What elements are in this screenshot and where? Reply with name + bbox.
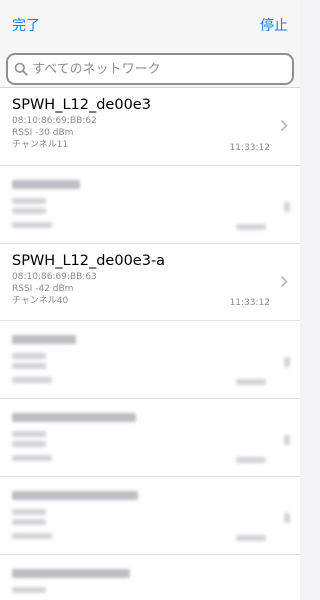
network-rssi: RSSI -30 dBm: [12, 128, 74, 138]
network-ssid: SPWH_L12_de00e3: [12, 97, 151, 113]
redacted-network-row[interactable]: [0, 321, 300, 399]
navigation-bar: 完了 停止: [0, 0, 300, 50]
network-row[interactable]: SPWH_L12_de00e3-a 08:10:86:69:BB:63 RSSI…: [0, 244, 300, 321]
search-icon: [14, 62, 28, 76]
done-button[interactable]: 完了: [12, 15, 40, 35]
network-bssid: 08:10:86:69:BB:62: [12, 116, 97, 126]
network-timestamp: 11:33:12: [229, 298, 270, 308]
network-timestamp: 11:33:12: [229, 143, 270, 153]
chevron-right-icon: [280, 119, 288, 132]
network-ssid: SPWH_L12_de00e3-a: [12, 253, 166, 269]
network-rssi: RSSI -42 dBm: [12, 284, 74, 294]
redacted-network-row[interactable]: [0, 399, 300, 477]
chevron-right-icon: [280, 275, 288, 288]
search-input[interactable]: [32, 61, 272, 77]
redacted-network-row[interactable]: [0, 477, 300, 555]
network-list: SPWH_L12_de00e3 08:10:86:69:BB:62 RSSI -…: [0, 88, 300, 600]
network-row[interactable]: SPWH_L12_de00e3 08:10:86:69:BB:62 RSSI -…: [0, 88, 300, 166]
stop-button[interactable]: 停止: [260, 15, 288, 35]
search-field[interactable]: [6, 53, 294, 85]
network-bssid: 08:10:86:69:BB:63: [12, 272, 97, 282]
search-bar: [0, 50, 300, 88]
redacted-network-row[interactable]: [0, 555, 300, 600]
redacted-network-row[interactable]: [0, 166, 300, 244]
